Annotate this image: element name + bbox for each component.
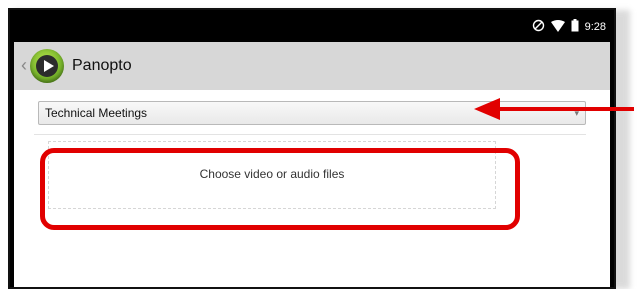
folder-select-value: Technical Meetings — [45, 106, 148, 120]
divider — [34, 134, 586, 135]
app-title: Panopto — [72, 57, 132, 74]
status-icons: 9:28 — [532, 19, 606, 35]
app-bar: ‹ Panopto — [14, 42, 610, 90]
do-not-disturb-icon — [532, 19, 545, 35]
annotation-highlight-box — [40, 148, 520, 230]
back-chevron-icon[interactable]: ‹ — [21, 56, 27, 74]
panopto-logo-icon[interactable] — [30, 49, 64, 83]
annotation-arrow-icon — [474, 98, 634, 120]
status-time: 9:28 — [584, 21, 606, 33]
status-bar: 9:28 — [10, 10, 614, 42]
battery-icon — [571, 19, 579, 35]
wifi-icon — [550, 19, 565, 35]
